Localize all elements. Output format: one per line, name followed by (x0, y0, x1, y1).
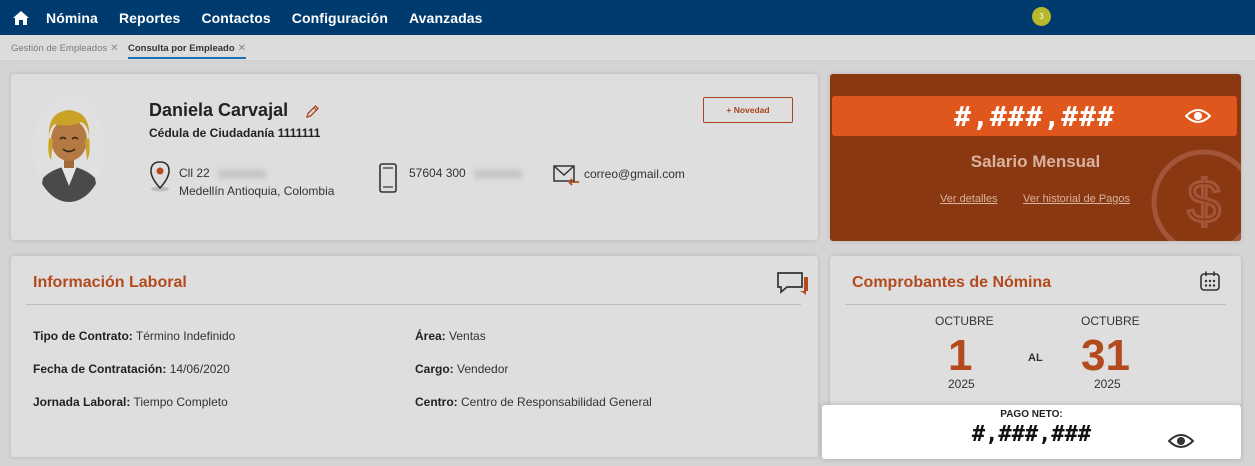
field-label: Centro: (415, 395, 458, 409)
divider (26, 304, 801, 305)
mobile-phone-icon (379, 163, 397, 193)
close-icon[interactable]: ✕ (110, 43, 118, 54)
email-address: correo@gmail.com (584, 167, 685, 181)
nav-avanzadas[interactable]: Avanzadas (409, 10, 483, 26)
home-icon[interactable] (12, 10, 30, 26)
add-novedad-button[interactable]: + Novedad (703, 97, 793, 123)
notification-badge[interactable]: 3 (1032, 7, 1051, 26)
field-value: 14/06/2020 (169, 362, 230, 376)
chat-bubbles-icon[interactable] (775, 270, 809, 296)
field-value: Ventas (449, 329, 486, 343)
payroll-vouchers-card: Comprobantes de Nómina OCTUBRE 1 2025 AL… (830, 256, 1241, 406)
close-icon[interactable]: ✕ (238, 43, 246, 54)
employee-id: Cédula de Ciudadanía 1111111 (149, 126, 321, 140)
salary-value-bar: #,###,### (832, 96, 1237, 136)
redacted-text (473, 168, 522, 179)
from-day: 1 (948, 331, 973, 380)
from-year: 2025 (948, 377, 975, 391)
pencil-icon[interactable] (305, 104, 320, 119)
eye-icon[interactable] (1185, 107, 1211, 125)
role-row: Cargo: Vendedor (415, 362, 508, 376)
tab-label: Gestión de Empleados (11, 43, 108, 54)
section-title: Comprobantes de Nómina (852, 274, 1052, 291)
avatar (33, 94, 105, 202)
net-pay-label: PAGO NETO: (1000, 409, 1063, 420)
field-label: Fecha de Contratación: (33, 362, 167, 376)
top-nav: Nómina Reportes Contactos Configuración … (0, 0, 1255, 35)
nav-configuracion[interactable]: Configuración (292, 10, 388, 26)
field-label: Cargo: (415, 362, 454, 376)
tab-label: Consulta por Empleado (128, 43, 235, 54)
nav-reportes[interactable]: Reportes (119, 10, 180, 26)
tab-gestion-empleados[interactable]: Gestión de Empleados ✕ (11, 43, 119, 54)
salary-label: Salario Mensual (970, 152, 1101, 171)
location-pin-icon (150, 161, 170, 192)
work-schedule-row: Jornada Laboral: Tiempo Completo (33, 395, 228, 409)
address-line-2: Medellín Antioquia, Colombia (179, 184, 335, 198)
to-day: 31 (1081, 331, 1130, 380)
field-label: Tipo de Contrato: (33, 329, 133, 343)
hire-date-row: Fecha de Contratación: 14/06/2020 (33, 362, 230, 376)
address-street: Cll 22 (179, 166, 210, 180)
calendar-icon[interactable] (1199, 270, 1221, 292)
contract-type-row: Tipo de Contrato: Término Indefinido (33, 329, 235, 343)
employee-name: Daniela Carvajal (149, 100, 289, 120)
phone-value: 57604 300 (409, 166, 466, 180)
to-month: OCTUBRE (1081, 314, 1140, 328)
tab-strip: Gestión de Empleados ✕ Consulta por Empl… (0, 35, 1255, 61)
email-icon (553, 165, 579, 186)
view-details-link[interactable]: Ver detalles (940, 193, 997, 205)
field-label: Área: (415, 329, 446, 343)
range-separator: AL (1028, 352, 1043, 364)
salary-card: $ #,###,### Salario Mensual Ver detalles… (830, 74, 1241, 241)
field-value: Tiempo Completo (133, 395, 228, 409)
net-pay-card: PAGO NETO: #,###,### (822, 405, 1241, 459)
cost-center-row: Centro: Centro de Responsabilidad Genera… (415, 395, 652, 409)
labor-info-card: Información Laboral Tipo de Contrato: Té… (11, 256, 818, 457)
address-line-1: Cll 22 (179, 166, 266, 180)
tab-consulta-empleado[interactable]: Consulta por Empleado ✕ (128, 43, 247, 59)
field-value: Término Indefinido (135, 329, 236, 343)
avatar-illustration (33, 94, 105, 202)
eye-icon[interactable] (1168, 432, 1194, 450)
payment-history-link[interactable]: Ver historial de Pagos (1023, 193, 1130, 205)
phone-number: 57604 300 (409, 166, 522, 180)
employee-profile-card: Daniela Carvajal Cédula de Ciudadanía 11… (11, 74, 818, 240)
field-value: Centro de Responsabilidad General (461, 395, 652, 409)
nav-contactos[interactable]: Contactos (201, 10, 270, 26)
redacted-text (217, 168, 266, 179)
field-label: Jornada Laboral: (33, 395, 131, 409)
section-title: Información Laboral (33, 274, 187, 291)
salary-masked-value: #,###,### (954, 99, 1115, 133)
to-year: 2025 (1094, 377, 1121, 391)
svg-text:$: $ (1187, 168, 1220, 235)
nav-nomina[interactable]: Nómina (46, 10, 98, 26)
divider (845, 304, 1226, 305)
field-value: Vendedor (457, 362, 509, 376)
from-month: OCTUBRE (935, 314, 994, 328)
area-row: Área: Ventas (415, 329, 486, 343)
